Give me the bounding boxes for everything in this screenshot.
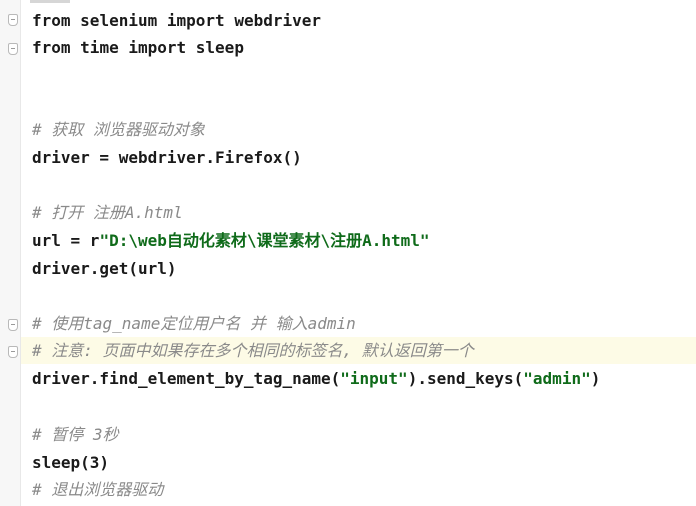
fold-marker-icon[interactable]: [8, 346, 18, 358]
module-name: selenium: [80, 11, 158, 30]
code-line-get: driver.get(url): [21, 255, 696, 282]
import-name: sleep: [195, 38, 244, 57]
keyword: import: [166, 11, 225, 30]
code-line-comment: # 退出浏览器驱动: [21, 476, 696, 503]
fold-marker-icon[interactable]: [8, 43, 18, 55]
code-line-2: from time import sleep: [21, 34, 696, 61]
code-text: ): [590, 369, 601, 388]
code-text: driver.get(url): [32, 259, 177, 278]
comment-text: # 退出浏览器驱动: [32, 480, 164, 499]
code-line-comment: # 使用tag_name定位用户名 并 输入admin: [21, 310, 696, 337]
comment-text: # 使用tag_name定位用户名 并 输入admin: [32, 314, 356, 333]
code-area[interactable]: from selenium import webdriver from time…: [21, 0, 696, 506]
code-editor[interactable]: from selenium import webdriver from time…: [0, 0, 696, 506]
code-line-current: # 注意: 页面中如果存在多个相同的标签名, 默认返回第一个: [21, 337, 696, 364]
code-line-driver: driver = webdriver.Firefox(): [21, 144, 696, 171]
fold-marker-icon[interactable]: [8, 14, 18, 26]
code-line-comment: # 暂停 3秒: [21, 421, 696, 448]
fold-marker-icon[interactable]: [8, 319, 18, 331]
code-line-comment: # 获取 浏览器驱动对象: [21, 116, 696, 143]
comment-text: # 暂停 3秒: [32, 425, 119, 444]
code-line-comment: # 打开 注册A.html: [21, 199, 696, 226]
string-literal: "input": [340, 369, 408, 388]
code-line-1: from selenium import webdriver: [21, 7, 696, 34]
code-text: driver.find_element_by_tag_name(: [32, 369, 341, 388]
code-text: driver = webdriver.Firefox(): [32, 148, 302, 167]
import-name: webdriver: [234, 11, 322, 30]
comment-text: # 打开 注册A.html: [32, 203, 183, 222]
module-name: time: [80, 38, 119, 57]
keyword: import: [128, 38, 187, 57]
editor-gutter: [0, 0, 21, 506]
comment-text: # 注意: 页面中如果存在多个相同的标签名, 默认返回第一个: [32, 341, 474, 360]
comment-text: # 获取 浏览器驱动对象: [32, 120, 205, 139]
code-line-url: url = r"D:\web自动化素材\课堂素材\注册A.html": [21, 227, 696, 254]
keyword: from: [32, 38, 71, 57]
string-literal: "admin": [523, 369, 591, 388]
code-text: ).send_keys(: [407, 369, 524, 388]
code-text: url = r: [32, 231, 100, 250]
code-line-find-element: driver.find_element_by_tag_name("input")…: [21, 365, 696, 392]
code-text: sleep(3): [32, 453, 110, 472]
keyword: from: [32, 11, 71, 30]
code-line-sleep: sleep(3): [21, 449, 696, 476]
string-literal: "D:\web自动化素材\课堂素材\注册A.html": [99, 231, 430, 250]
